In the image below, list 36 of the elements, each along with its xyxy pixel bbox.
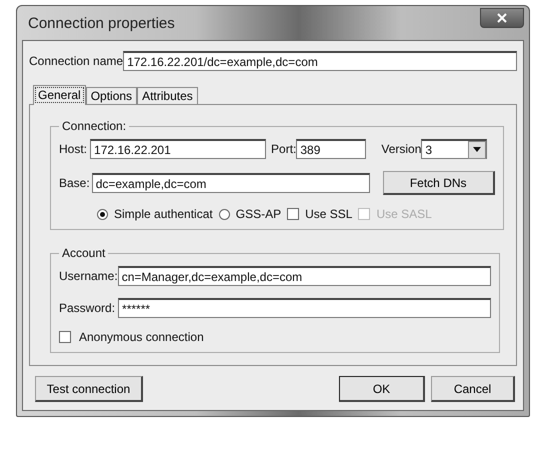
field-label: Version: [381, 142, 422, 156]
option-label: Use SASL: [376, 207, 432, 221]
field-label: Host:: [59, 142, 88, 156]
checkbox[interactable]: [287, 208, 300, 220]
version-dropdown[interactable]: 3: [421, 139, 488, 159]
checkbox[interactable]: [59, 331, 71, 343]
window-title: Connection properties: [27, 14, 175, 32]
connection-name-field[interactable]: 172.16.22.201/dc=example,dc=com: [123, 51, 517, 71]
option-label: Anonymous connection: [79, 330, 204, 344]
field-label: Password:: [59, 301, 116, 315]
password-field[interactable]: ******: [118, 298, 491, 318]
radio-button[interactable]: [97, 208, 108, 220]
dialog-button[interactable]: OK: [339, 376, 425, 402]
dialog-button[interactable]: Cancel: [431, 376, 515, 402]
caret-icon: [473, 147, 482, 152]
field-label: Connection name: [29, 54, 124, 68]
tab[interactable]: General: [33, 85, 86, 105]
tab[interactable]: Options: [86, 87, 138, 104]
group-title: Account: [61, 246, 106, 260]
username-field[interactable]: cn=Manager,dc=example,dc=com: [118, 266, 491, 286]
fetch-dns-button[interactable]: Fetch DNs: [382, 171, 495, 195]
option-label: GSS-AP: [236, 207, 282, 221]
close-icon: [497, 13, 507, 23]
radio-button[interactable]: [218, 208, 230, 220]
option-label: Simple authenticat: [114, 207, 213, 221]
option-label: Use SSL: [305, 207, 352, 221]
port-field[interactable]: 389: [296, 139, 366, 159]
host-field[interactable]: 172.16.22.201: [90, 139, 266, 159]
close-button[interactable]: [480, 8, 524, 28]
group-title: Connection:: [61, 119, 128, 133]
field-label: Username:: [59, 269, 118, 283]
test-connection-button[interactable]: Test connection: [35, 376, 143, 402]
field-label: Base:: [59, 176, 90, 190]
tab[interactable]: Attributes: [137, 87, 198, 104]
field-label: Port:: [271, 142, 296, 156]
base-field[interactable]: dc=example,dc=com: [92, 173, 370, 193]
